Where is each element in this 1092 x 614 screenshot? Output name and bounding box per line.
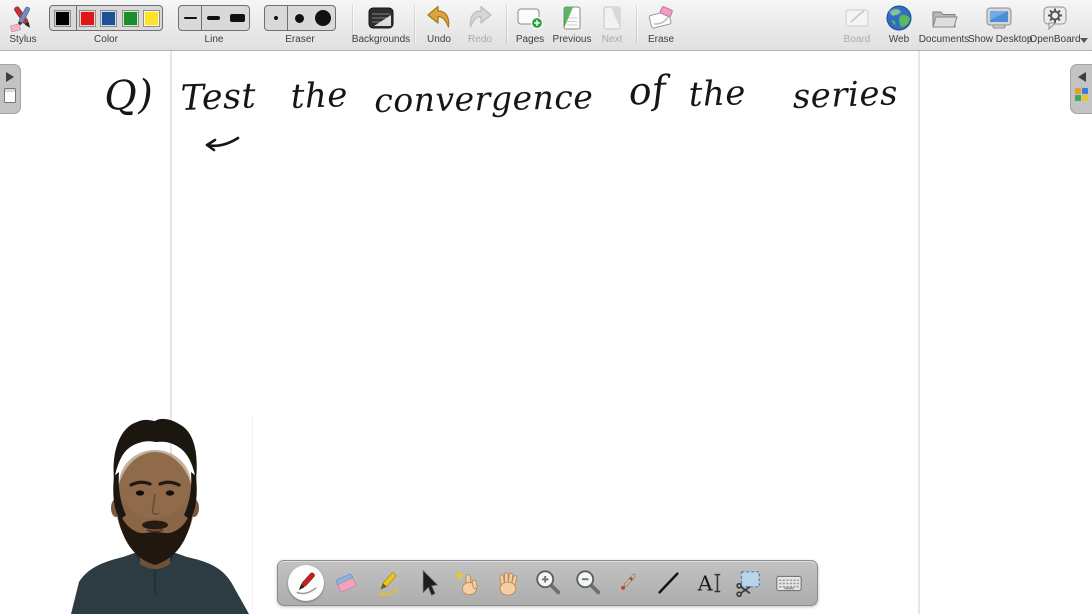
eraser-medium[interactable]	[288, 6, 311, 30]
stylus-button[interactable]: Stylus	[4, 2, 42, 48]
pen-tool[interactable]	[288, 565, 324, 601]
handwritten-word: of	[627, 67, 668, 114]
openboard-window: Stylus Color	[0, 0, 1092, 614]
zoom-in-tool[interactable]	[530, 565, 566, 601]
undo-icon	[418, 2, 460, 34]
color-swatch-red[interactable]	[77, 6, 99, 30]
color-label: Color	[48, 34, 164, 46]
text-tool[interactable]: A	[691, 565, 727, 601]
handwritten-word: Q)	[103, 71, 155, 120]
svg-text:A: A	[696, 572, 713, 596]
erase-label: Erase	[639, 34, 683, 46]
board-label: Board	[836, 34, 878, 46]
stylus-icon	[4, 2, 42, 34]
line-thick[interactable]	[226, 6, 249, 30]
pages-icon	[508, 2, 552, 34]
openboard-label: OpenBoard	[1028, 34, 1082, 46]
next-button[interactable]: Next	[594, 2, 630, 48]
backgrounds-label: Backgrounds	[350, 34, 412, 46]
color-swatch-blue[interactable]	[98, 6, 120, 30]
right-margin-line	[918, 51, 920, 614]
backgrounds-button[interactable]: Backgrounds	[350, 2, 412, 48]
color-swatch-green[interactable]	[120, 6, 142, 30]
previous-page-icon	[550, 2, 594, 34]
zoom-out-tool[interactable]	[570, 565, 606, 601]
line-width-picker[interactable]: Line	[178, 2, 250, 48]
redo-label: Redo	[460, 34, 500, 46]
library-icon	[1075, 88, 1088, 101]
library-tab[interactable]	[1070, 64, 1092, 114]
color-swatch-selected[interactable]	[50, 6, 76, 30]
handwritten-arrow	[200, 132, 242, 156]
page-thumbnail-icon	[4, 88, 16, 103]
undo-label: Undo	[418, 34, 460, 46]
board-button[interactable]: Board	[836, 2, 878, 48]
color-swatch-yellow[interactable]	[141, 6, 162, 30]
redo-icon	[460, 2, 500, 34]
previous-label: Previous	[550, 34, 594, 46]
pages-label: Pages	[508, 34, 552, 46]
erase-icon	[639, 2, 683, 34]
handwritten-word: the	[688, 73, 747, 115]
stylus-label: Stylus	[4, 34, 42, 46]
show-desktop-button[interactable]: Show Desktop	[968, 2, 1030, 48]
color-picker[interactable]: Color	[48, 2, 164, 48]
handwritten-word: series	[792, 73, 899, 117]
eraser-small[interactable]	[265, 6, 287, 30]
expand-right-icon	[6, 72, 14, 82]
marker-tool[interactable]	[369, 565, 405, 601]
previous-button[interactable]: Previous	[550, 2, 594, 48]
top-toolbar: Stylus Color	[0, 0, 1092, 51]
interact-tool[interactable]	[449, 565, 485, 601]
capture-tool[interactable]	[731, 565, 767, 601]
laser-pointer-tool[interactable]	[610, 565, 646, 601]
hand-tool[interactable]	[489, 565, 525, 601]
erase-button[interactable]: Erase	[639, 2, 683, 48]
eraser-label: Eraser	[264, 34, 336, 46]
web-button[interactable]: Web	[880, 2, 918, 48]
board-icon	[836, 2, 878, 34]
next-label: Next	[594, 34, 630, 46]
backgrounds-icon	[350, 2, 412, 34]
redo-button[interactable]: Redo	[460, 2, 500, 48]
eraser-size-picker[interactable]: Eraser	[264, 2, 336, 48]
webcam-overlay	[55, 414, 255, 614]
handwritten-word: convergence	[374, 77, 594, 120]
documents-label: Documents	[917, 34, 971, 46]
expand-left-icon	[1078, 72, 1086, 82]
web-icon	[880, 2, 918, 34]
eraser-large[interactable]	[312, 6, 335, 30]
openboard-icon	[1028, 2, 1082, 34]
line-tool[interactable]	[650, 565, 686, 601]
openboard-menu-button[interactable]: OpenBoard	[1028, 2, 1082, 48]
handwritten-word: the	[290, 75, 349, 117]
show-desktop-icon	[968, 2, 1030, 34]
show-desktop-label: Show Desktop	[968, 34, 1030, 46]
undo-button[interactable]: Undo	[418, 2, 460, 48]
stylus-toolbar: A	[277, 560, 818, 606]
documents-icon	[917, 2, 971, 34]
handwritten-word: Test	[180, 76, 257, 119]
eraser-tool[interactable]	[328, 565, 364, 601]
pages-button[interactable]: Pages	[508, 2, 552, 48]
page-navigator-tab[interactable]	[0, 64, 21, 114]
web-label: Web	[880, 34, 918, 46]
documents-button[interactable]: Documents	[917, 2, 971, 48]
virtual-keyboard-tool[interactable]	[771, 565, 807, 601]
line-label: Line	[178, 34, 250, 46]
line-thin[interactable]	[179, 6, 201, 30]
selector-tool[interactable]	[409, 565, 445, 601]
next-page-icon	[594, 2, 630, 34]
line-medium[interactable]	[202, 6, 225, 30]
chevron-down-icon[interactable]	[1080, 38, 1088, 43]
